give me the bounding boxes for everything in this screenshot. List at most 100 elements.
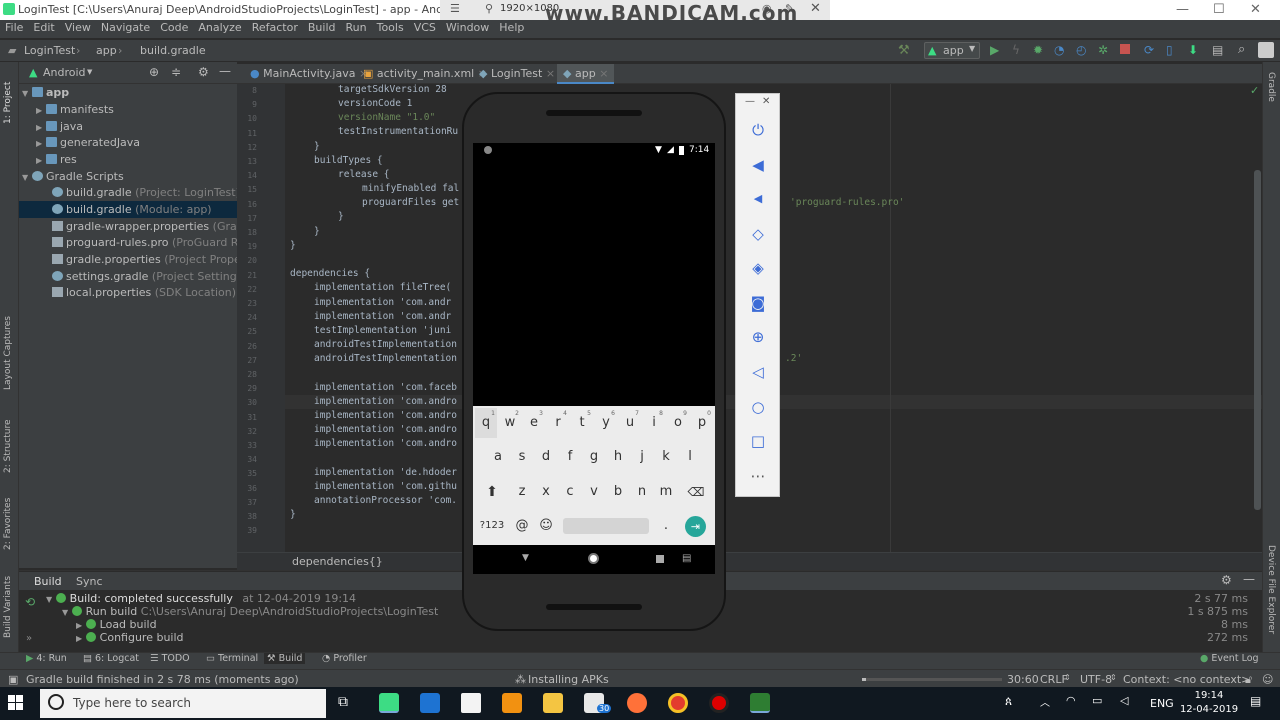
- collapse-icon[interactable]: ≑: [171, 65, 181, 79]
- tree-item[interactable]: ▶ manifests: [19, 101, 237, 118]
- tool-window-project[interactable]: 1: Project: [3, 72, 13, 124]
- tree-item[interactable]: ▶ java: [19, 118, 237, 135]
- close-icon[interactable]: ×: [599, 67, 608, 80]
- code-line[interactable]: implementation 'com.faceb: [314, 382, 457, 393]
- key-q[interactable]: q1: [475, 410, 497, 434]
- key-b[interactable]: b: [607, 481, 629, 503]
- editor-breadcrumb[interactable]: dependencies{}: [292, 555, 383, 568]
- code-line[interactable]: implementation 'com.andro: [314, 396, 457, 407]
- apply-changes-icon[interactable]: ϟ: [1012, 43, 1020, 57]
- build-row[interactable]: ▼ Run build C:\Users\Anuraj Deep\Android…: [62, 605, 438, 619]
- locate-icon[interactable]: ⊕: [149, 65, 159, 79]
- code-line[interactable]: dependencies {: [290, 268, 370, 279]
- tree-item[interactable]: build.gradle (Module: app): [19, 201, 237, 218]
- key-d[interactable]: d: [535, 446, 557, 468]
- volume-down-icon[interactable]: ◀: [748, 189, 768, 209]
- bandicam-taskbar-icon[interactable]: [709, 693, 729, 713]
- more-icon[interactable]: ⋯: [748, 466, 768, 486]
- rotate-right-icon[interactable]: ◈: [748, 258, 768, 278]
- code-line[interactable]: implementation 'com.andr: [314, 311, 451, 322]
- tool-window-build-variants[interactable]: Build Variants: [3, 573, 13, 638]
- menu-run[interactable]: Run: [341, 20, 372, 34]
- menu-icon[interactable]: ☰: [450, 2, 460, 15]
- code-line[interactable]: release {: [338, 169, 389, 180]
- lock-icon[interactable]: 🔓︎: [1245, 673, 1252, 687]
- code-line[interactable]: annotationProcessor 'com.: [314, 495, 457, 506]
- menu-view[interactable]: View: [60, 20, 96, 34]
- windows-start-icon[interactable]: [8, 695, 24, 711]
- tab-build-bottom[interactable]: ⚒ Build: [264, 653, 306, 664]
- close-icon[interactable]: ×: [546, 67, 555, 80]
- tree-item[interactable]: settings.gradle (Project Settings): [19, 268, 247, 285]
- key-o[interactable]: o9: [667, 410, 689, 434]
- rotate-left-icon[interactable]: ◇: [748, 224, 768, 244]
- tree-item[interactable]: ▼ Gradle Scripts: [19, 168, 237, 185]
- code-line[interactable]: implementation 'com.githu: [314, 481, 457, 492]
- key-at[interactable]: @: [511, 515, 533, 537]
- key-p[interactable]: p0: [691, 410, 713, 434]
- key-u[interactable]: u7: [619, 410, 641, 434]
- caret-position[interactable]: 30:60: [1007, 673, 1039, 686]
- tree-item[interactable]: ▶ generatedJava: [19, 134, 237, 151]
- close-icon[interactable]: ✕: [762, 96, 770, 107]
- tab-todo[interactable]: ☰ TODO: [150, 653, 190, 664]
- tree-item[interactable]: build.gradle (Project: LoginTest): [19, 184, 240, 201]
- hide-icon[interactable]: —: [219, 64, 231, 78]
- stop-icon[interactable]: [1120, 44, 1130, 54]
- key-z[interactable]: z: [511, 481, 533, 503]
- emoji-key-icon[interactable]: ☺: [535, 515, 557, 537]
- shift-key-icon[interactable]: ⬆: [481, 481, 503, 503]
- debug-icon[interactable]: ✹: [1033, 43, 1043, 57]
- task-view-icon[interactable]: ⧉: [338, 694, 348, 710]
- clock[interactable]: 19:14 12-04-2019: [1178, 689, 1240, 717]
- code-line[interactable]: implementation 'de.hdoder: [314, 467, 457, 478]
- people-icon[interactable]: ጰ: [1005, 694, 1012, 709]
- menu-navigate[interactable]: Navigate: [96, 20, 155, 34]
- tool-window-favorites[interactable]: 2: Favorites: [3, 490, 13, 550]
- battery-icon[interactable]: ▭: [1092, 694, 1102, 707]
- menu-analyze[interactable]: Analyze: [193, 20, 246, 34]
- code-line[interactable]: }: [314, 141, 320, 152]
- menu-refactor[interactable]: Refactor: [247, 20, 303, 34]
- backspace-key-icon[interactable]: ⌫: [685, 481, 707, 503]
- tool-window-structure[interactable]: 2: Structure: [3, 413, 13, 474]
- run-icon[interactable]: ▶: [990, 43, 999, 57]
- screenshot-icon[interactable]: ◙: [748, 293, 768, 313]
- tree-item[interactable]: ▶ res: [19, 151, 237, 168]
- key-n[interactable]: n: [631, 481, 653, 503]
- key-h[interactable]: h: [607, 446, 629, 468]
- key-symbols[interactable]: ?123: [479, 515, 505, 537]
- home-icon[interactable]: ○: [748, 397, 768, 417]
- minimize-icon[interactable]: —: [745, 96, 755, 107]
- context-indicator[interactable]: Context: <no context>: [1123, 673, 1250, 686]
- key-i[interactable]: i8: [643, 410, 665, 434]
- tab-run[interactable]: ▶ 4: Run: [26, 653, 67, 664]
- code-line[interactable]: testImplementation 'juni: [314, 325, 451, 336]
- code-line[interactable]: implementation 'com.andr: [314, 297, 451, 308]
- android-studio-taskbar-icon[interactable]: [379, 693, 399, 713]
- file-encoding[interactable]: UTF-8: [1080, 673, 1112, 686]
- tab-build[interactable]: Build: [34, 575, 62, 588]
- powershell-taskbar-icon[interactable]: [420, 693, 440, 713]
- pin-icon[interactable]: ⚲: [485, 2, 493, 15]
- tab-main-activity[interactable]: ● MainActivity.java ×: [244, 64, 374, 84]
- nav-recents-icon[interactable]: [656, 555, 664, 563]
- build-row[interactable]: ▼ Build: completed successfully at 12-04…: [46, 592, 356, 606]
- search-icon[interactable]: ⌕: [1238, 42, 1245, 57]
- key-y[interactable]: y6: [595, 410, 617, 434]
- menu-tools[interactable]: Tools: [372, 20, 409, 34]
- attach-debugger-icon[interactable]: ✲: [1098, 43, 1108, 57]
- tab-login-test[interactable]: ◆ LoginTest ×: [473, 64, 561, 84]
- enter-key-icon[interactable]: ⇥: [685, 516, 706, 537]
- volume-up-icon[interactable]: ◀: [748, 155, 768, 175]
- key-e[interactable]: e3: [523, 410, 545, 434]
- tab-profiler[interactable]: ◔ Profiler: [322, 653, 367, 664]
- nav-back-icon[interactable]: ▼: [522, 553, 529, 563]
- breadcrumb-file[interactable]: build.gradle: [140, 44, 206, 57]
- breadcrumb-project[interactable]: LoginTest: [24, 44, 75, 57]
- tab-terminal[interactable]: ▭ Terminal: [206, 653, 258, 664]
- key-j[interactable]: j: [631, 446, 653, 468]
- chrome-taskbar-icon[interactable]: [668, 693, 688, 713]
- key-r[interactable]: r4: [547, 410, 569, 434]
- code-line[interactable]: versionName "1.0": [338, 112, 435, 123]
